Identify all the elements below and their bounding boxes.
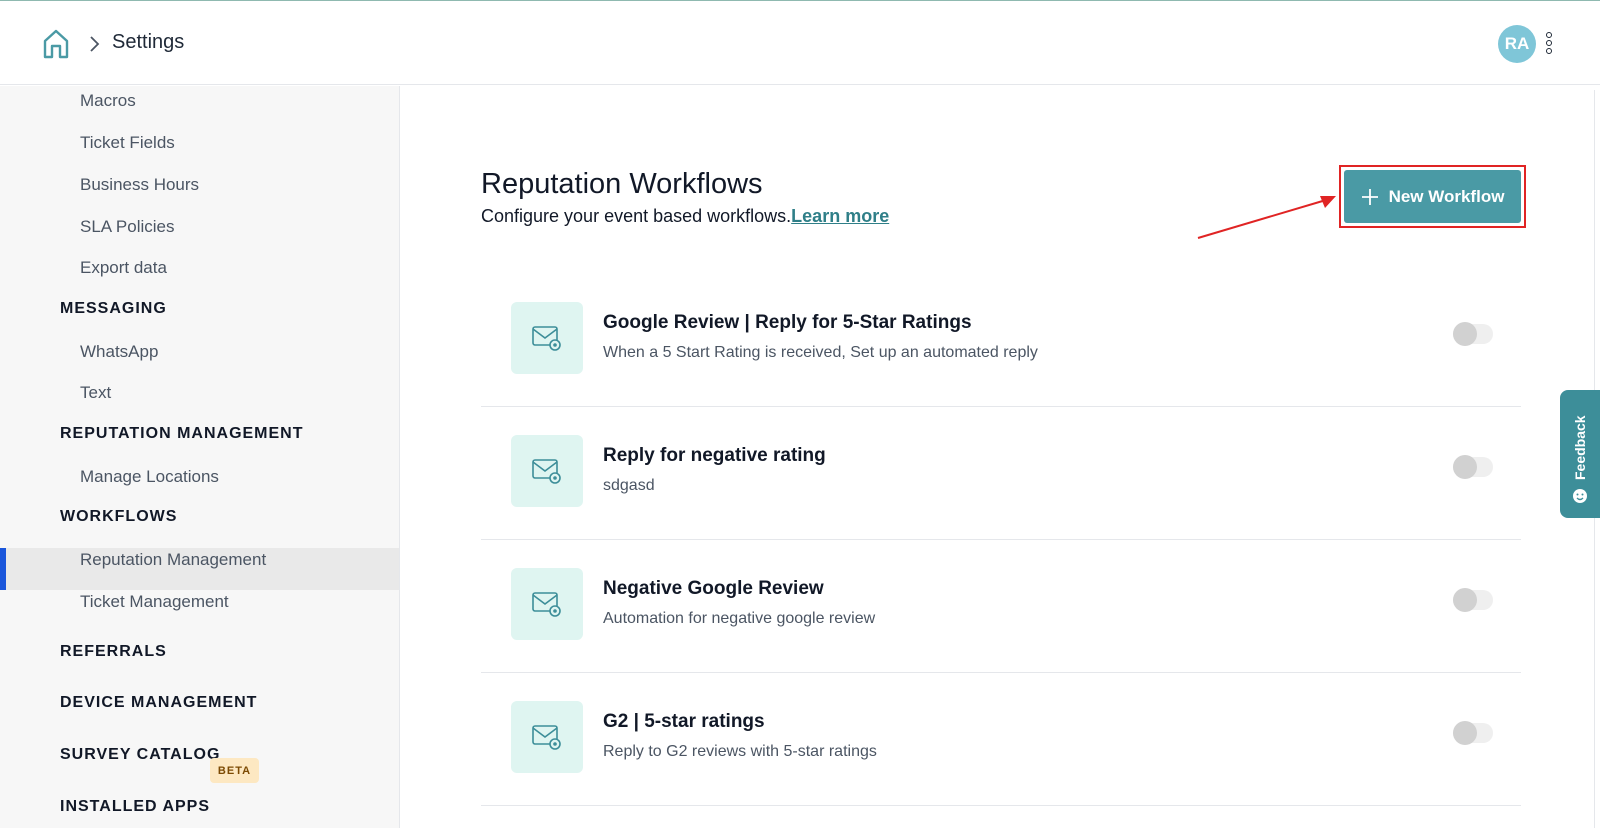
sidebar-heading-referrals[interactable]: REFERRALS — [60, 643, 167, 661]
learn-more-link[interactable]: Learn more — [791, 206, 889, 226]
toggle-knob — [1453, 588, 1477, 612]
mail-settings-icon — [511, 701, 583, 773]
top-bar: Settings RA — [0, 0, 1600, 85]
plus-icon — [1361, 188, 1378, 205]
workflow-row[interactable]: Reply for negative rating sdgasd — [481, 407, 1521, 540]
sidebar-item-macros[interactable]: Macros — [80, 91, 136, 111]
sidebar-item-reputation-management[interactable]: Reputation Management — [80, 550, 266, 570]
new-workflow-button[interactable]: New Workflow — [1344, 170, 1521, 223]
workflow-title[interactable]: Negative Google Review — [603, 578, 824, 600]
workflow-description: Automation for negative google review — [603, 610, 876, 627]
smile-icon — [1573, 489, 1587, 503]
workflow-title[interactable]: G2 | 5-star ratings — [603, 711, 765, 733]
subtitle-text: Configure your event based workflows. — [481, 206, 792, 226]
workflow-row[interactable]: Google Review | Reply for 5-Star Ratings… — [481, 274, 1521, 407]
sidebar-item-text[interactable]: Text — [80, 383, 111, 403]
workflow-toggle[interactable] — [1453, 455, 1493, 479]
workflow-description: sdgasd — [603, 477, 655, 494]
annotation-arrow — [1197, 196, 1336, 239]
workflow-toggle[interactable] — [1453, 322, 1493, 346]
workflow-description: Reply to G2 reviews with 5-star ratings — [603, 743, 877, 760]
sidebar-heading-reputation-management: REPUTATION MANAGEMENT — [60, 425, 304, 442]
sidebar-item-export-data[interactable]: Export data — [80, 258, 167, 278]
toggle-knob — [1453, 322, 1477, 346]
workflow-row[interactable]: G2 | 5-star ratings Reply to G2 reviews … — [481, 673, 1521, 806]
toggle-knob — [1453, 721, 1477, 745]
sidebar-item-manage-locations[interactable]: Manage Locations — [80, 467, 219, 487]
mail-settings-icon — [511, 302, 583, 374]
sidebar-item-ticket-fields[interactable]: Ticket Fields — [80, 133, 175, 153]
mail-settings-icon — [511, 568, 583, 640]
workflow-toggle[interactable] — [1453, 588, 1493, 612]
workflow-title[interactable]: Google Review | Reply for 5-Star Ratings — [603, 312, 972, 334]
page-subtitle: Configure your event based workflows.Lea… — [481, 206, 889, 227]
feedback-tab[interactable]: Feedback — [1560, 390, 1600, 518]
beta-badge: BETA — [210, 758, 259, 783]
sidebar-heading-survey-catalog[interactable]: SURVEY CATALOG — [60, 746, 220, 764]
home-icon[interactable] — [42, 28, 70, 60]
sidebar-heading-installed-apps[interactable]: INSTALLED APPS — [60, 798, 210, 816]
more-options-icon[interactable] — [1542, 31, 1556, 57]
main-content: Reputation Workflows Configure your even… — [401, 86, 1600, 828]
feedback-label: Feedback — [1572, 415, 1588, 480]
page-title: Reputation Workflows — [481, 168, 763, 200]
workflow-toggle[interactable] — [1453, 721, 1493, 745]
avatar[interactable]: RA — [1498, 25, 1536, 63]
new-workflow-label: New Workflow — [1388, 186, 1505, 206]
sidebar-item-business-hours[interactable]: Business Hours — [80, 175, 199, 195]
sidebar-item-sla-policies[interactable]: SLA Policies — [80, 217, 175, 237]
sidebar-heading-messaging: MESSAGING — [60, 300, 167, 317]
mail-settings-icon — [511, 435, 583, 507]
sidebar-item-whatsapp[interactable]: WhatsApp — [80, 342, 158, 362]
workflow-row[interactable]: Negative Google Review Automation for ne… — [481, 540, 1521, 673]
sidebar-item-ticket-management[interactable]: Ticket Management — [80, 592, 229, 612]
workflow-title[interactable]: Reply for negative rating — [603, 445, 826, 467]
sidebar-heading-device-management[interactable]: DEVICE MANAGEMENT — [60, 694, 257, 712]
active-indicator — [0, 548, 6, 590]
breadcrumb-settings[interactable]: Settings — [112, 31, 184, 54]
workflow-description: When a 5 Start Rating is received, Set u… — [603, 344, 1038, 361]
sidebar-heading-workflows: WORKFLOWS — [60, 508, 178, 525]
settings-sidebar: Macros Ticket Fields Business Hours SLA … — [0, 86, 400, 828]
toggle-knob — [1453, 455, 1477, 479]
chevron-right-icon — [90, 36, 100, 52]
